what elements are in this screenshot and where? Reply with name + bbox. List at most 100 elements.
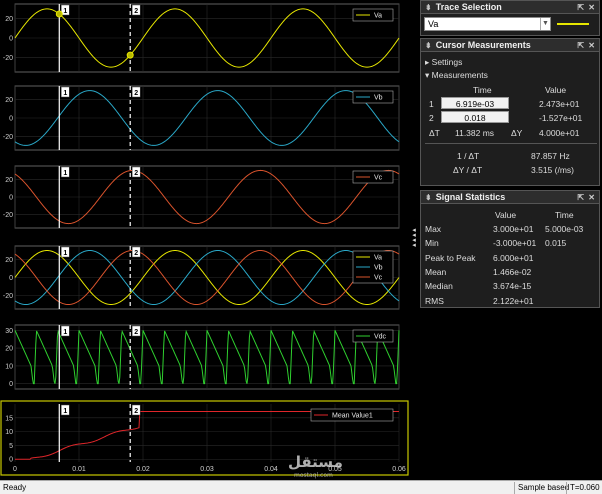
cursor-label: 2: [134, 8, 138, 15]
legend-label: Vc: [374, 275, 383, 282]
stats-value: 6.000e+01: [493, 252, 534, 263]
inv-delta-t-value: 87.857 Hz: [531, 151, 570, 161]
y-tick-label: -20: [3, 212, 13, 219]
pane-window-icons[interactable]: ⇱ ✕: [577, 39, 596, 52]
scope-plots-svg[interactable]: 200-201 2Va200-201 2Vb200-201 2Vc200-201 2Va…: [0, 0, 410, 480]
measurements-divider: [425, 143, 597, 144]
measurements-toggle[interactable]: ▾ Measurements: [425, 70, 488, 81]
stats-label: Mean: [425, 266, 447, 277]
trace-dropdown[interactable]: Va ▼: [424, 17, 551, 31]
y-tick-label: 20: [5, 16, 13, 23]
x-tick-label: 0.02: [136, 466, 150, 473]
legend-label: Vb: [374, 95, 383, 102]
y-tick-label: 10: [5, 363, 13, 370]
status-ready: Ready: [3, 483, 27, 492]
cursor2-label: 2: [429, 113, 434, 123]
stats-value: 3.674e-15: [493, 281, 532, 292]
y-tick-label: 30: [5, 328, 13, 335]
cursor-label: 1: [63, 408, 67, 415]
trace-selection-pane: ⇟ Trace Selection ⇱ ✕ Va ▼: [420, 0, 600, 36]
pane-window-icons[interactable]: ⇱ ✕: [577, 1, 596, 14]
settings-label: Settings: [431, 57, 463, 67]
x-tick-label: 0.06: [392, 466, 406, 473]
signal-statistics-pane: ⇟ Signal Statistics ⇱ ✕ Value Time Max 3.0…: [420, 190, 600, 308]
cursor1-time-field[interactable]: 6.919e-03: [441, 97, 509, 109]
trace-dropdown-value: Va: [428, 19, 439, 29]
cursor-label: 1: [63, 90, 67, 97]
stats-time: 0.015: [545, 238, 567, 249]
y-tick-label: 20: [5, 177, 13, 184]
stats-label: Median: [425, 281, 453, 292]
legend-label: Vdc: [374, 334, 387, 341]
status-time: T=0.060: [566, 482, 600, 494]
col-value-header: Value: [545, 85, 567, 95]
cursor-label: 2: [134, 90, 138, 97]
cursor-measurements-pane: ⇟ Cursor Measurements ⇱ ✕ ▸ Settings ▾ Me…: [420, 38, 600, 186]
cursor1-value: 2.473e+01: [539, 99, 580, 109]
y-tick-label: 0: [9, 36, 13, 43]
stats-label: RMS: [425, 295, 444, 306]
stats-value: 1.466e-02: [493, 266, 532, 277]
legend-label: Va: [374, 13, 382, 20]
stats-col-time-header: Time: [555, 210, 574, 220]
cursor-label: 1: [63, 170, 67, 177]
y-tick-label: -20: [3, 134, 13, 141]
cursor1-label: 1: [429, 99, 434, 109]
pin-icon[interactable]: ⇟: [425, 3, 432, 12]
col-time-header: Time: [473, 85, 492, 95]
cursor-label: 1: [63, 8, 67, 15]
status-bar: Ready Sample based T=0.060: [0, 480, 602, 494]
dy-dt-value: 3.515 (/ms): [531, 165, 574, 175]
x-tick-label: 0.03: [200, 466, 214, 473]
cursor2-time-field[interactable]: 0.018: [441, 111, 509, 123]
cursor-label: 2: [134, 250, 138, 257]
trace-selection-title: Trace Selection: [435, 2, 502, 12]
trace-selection-header: ⇟ Trace Selection ⇱ ✕: [421, 1, 599, 14]
stats-value: -3.000e+01: [493, 238, 537, 249]
cursor-2-marker: [126, 51, 134, 59]
y-tick-label: 15: [5, 415, 13, 422]
delta-t-value: 11.382 ms: [455, 128, 495, 138]
x-tick-label: 0: [13, 466, 17, 473]
measurements-label: Measurements: [431, 70, 488, 80]
y-tick-label: 0: [9, 116, 13, 123]
y-tick-label: 10: [5, 429, 13, 436]
legend-label: Va: [374, 255, 382, 262]
y-tick-label: 0: [9, 195, 13, 202]
watermark-subtext: mostaql.com: [294, 472, 333, 479]
y-tick-label: 20: [5, 346, 13, 353]
pin-icon[interactable]: ⇟: [425, 193, 432, 202]
panel-collapse-handle[interactable]: ◂ ◂ ◂ ◂: [410, 227, 418, 249]
legend-label: Mean Value1: [332, 413, 373, 420]
scope-plot-area[interactable]: 20 0 -20 1 2 Va 20 0 -20 1 2 Vb 20 0 -20 1 2 Vc 20 0 -20 1 2 Va…: [0, 0, 410, 480]
pin-icon[interactable]: ⇟: [425, 41, 432, 50]
stats-label: Peak to Peak: [425, 252, 476, 263]
cursor-measurements-title: Cursor Measurements: [435, 40, 531, 50]
cursor-1-marker: [55, 10, 63, 18]
pane-window-icons[interactable]: ⇱ ✕: [577, 191, 596, 204]
delta-t-label: ΔT: [429, 128, 440, 138]
cursor-measurements-header: ⇟ Cursor Measurements ⇱ ✕: [421, 39, 599, 52]
cursor-label: 1: [63, 250, 67, 257]
legend-label: Vb: [374, 265, 383, 272]
dy-dt-label: ΔY / ΔT: [453, 165, 483, 175]
right-panel: ⇟ Trace Selection ⇱ ✕ Va ▼ ⇟ Cursor Measur…: [418, 0, 602, 480]
collapse-arrow-icon: ▾: [425, 70, 430, 80]
y-tick-label: -20: [3, 55, 13, 62]
y-tick-label: 20: [5, 97, 13, 104]
delta-y-value: 4.000e+01: [539, 128, 580, 138]
stats-value: 2.122e+01: [493, 295, 534, 306]
chevron-down-icon[interactable]: ▼: [540, 18, 550, 30]
y-tick-label: 20: [5, 257, 13, 264]
stats-time: 5.000e-03: [545, 224, 584, 234]
delta-y-label: ΔY: [511, 128, 523, 138]
watermark-text: مستقل: [288, 453, 343, 471]
stats-label: Max: [425, 224, 442, 234]
trace-color-swatch: [557, 23, 589, 25]
cursor-label: 1: [63, 329, 67, 336]
cursor-label: 2: [134, 170, 138, 177]
settings-toggle[interactable]: ▸ Settings: [425, 57, 462, 68]
stats-value: 3.000e+01: [493, 224, 534, 234]
signal-statistics-header: ⇟ Signal Statistics ⇱ ✕: [421, 191, 599, 204]
legend-label: Vc: [374, 175, 383, 182]
